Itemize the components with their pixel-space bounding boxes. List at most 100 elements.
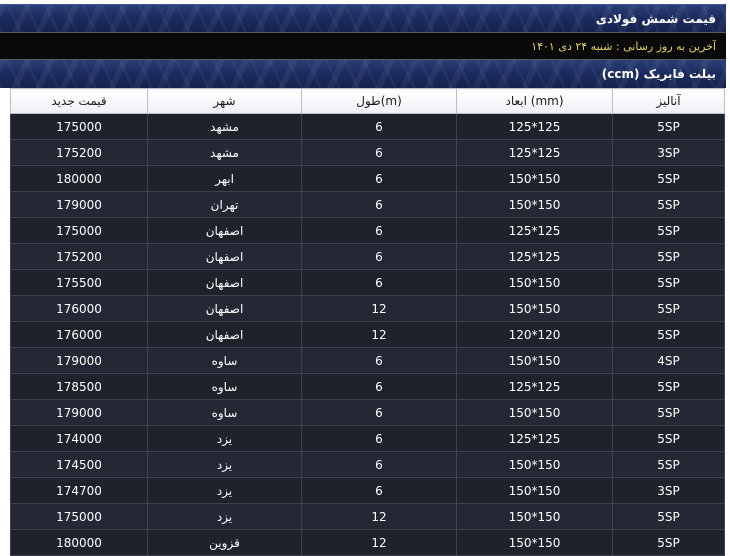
cell-dimensions: 125*125 xyxy=(456,113,613,140)
cell-dimensions: 125*125 xyxy=(456,139,613,166)
cell-length: 6 xyxy=(301,451,457,478)
cell-grade: 5SP xyxy=(612,451,725,478)
cell-dimensions: 150*150 xyxy=(456,477,613,504)
title-bar: قیمت شمش فولادی xyxy=(0,4,726,32)
cell-price: 179000 xyxy=(10,347,148,374)
column-header-city: شهر xyxy=(147,88,302,114)
cell-grade: 5SP xyxy=(612,425,725,452)
cell-length: 6 xyxy=(301,113,457,140)
table-body: 175000 مشهد 6 125*125 5SP 175200 مشهد 6 125*125 3… xyxy=(10,113,725,556)
cell-grade: 5SP xyxy=(612,399,725,426)
cell-length: 6 xyxy=(301,425,457,452)
cell-city: اصفهان xyxy=(147,321,302,348)
cell-grade: 5SP xyxy=(612,503,725,530)
cell-price: 175000 xyxy=(10,503,148,530)
table-row: 178500 ساوه 6 125*125 5SP xyxy=(10,373,725,400)
cell-price: 180000 xyxy=(10,529,148,556)
cell-grade: 5SP xyxy=(612,321,725,348)
cell-dimensions: 125*125 xyxy=(456,425,613,452)
cell-price: 175500 xyxy=(10,269,148,296)
table-row: 174000 یزد 6 125*125 5SP xyxy=(10,425,725,452)
cell-price: 179000 xyxy=(10,191,148,218)
cell-grade: 5SP xyxy=(612,191,725,218)
cell-grade: 5SP xyxy=(612,165,725,192)
cell-price: 180000 xyxy=(10,165,148,192)
last-update-text: آخرین به روز رسانی : شنبه ۲۴ دی ۱۴۰۱ xyxy=(531,39,716,53)
cell-city: ساوه xyxy=(147,347,302,374)
table-row: 180000 قزوین 12 150*150 5SP xyxy=(10,529,725,556)
cell-city: ساوه xyxy=(147,399,302,426)
cell-city: ساوه xyxy=(147,373,302,400)
cell-dimensions: 150*150 xyxy=(456,529,613,556)
cell-grade: 5SP xyxy=(612,373,725,400)
cell-length: 6 xyxy=(301,477,457,504)
cell-dimensions: 150*150 xyxy=(456,191,613,218)
cell-grade: 5SP xyxy=(612,243,725,270)
table-row: 175000 اصفهان 6 125*125 5SP xyxy=(10,217,725,244)
cell-price: 175200 xyxy=(10,139,148,166)
cell-length: 12 xyxy=(301,503,457,530)
cell-length: 12 xyxy=(301,295,457,322)
cell-length: 12 xyxy=(301,529,457,556)
cell-city: مشهد xyxy=(147,139,302,166)
cell-grade: 5SP xyxy=(612,529,725,556)
table-row: 175200 اصفهان 6 125*125 5SP xyxy=(10,243,725,270)
cell-grade: 5SP xyxy=(612,295,725,322)
table-row: 176000 اصفهان 12 150*150 5SP xyxy=(10,295,725,322)
cell-city: اصفهان xyxy=(147,295,302,322)
table-row: 175500 اصفهان 6 150*150 5SP xyxy=(10,269,725,296)
cell-price: 175200 xyxy=(10,243,148,270)
cell-price: 178500 xyxy=(10,373,148,400)
cell-city: تهران xyxy=(147,191,302,218)
cell-length: 6 xyxy=(301,269,457,296)
cell-grade: 5SP xyxy=(612,113,725,140)
table-row: 174700 یزد 6 150*150 3SP xyxy=(10,477,725,504)
table-row: 175200 مشهد 6 125*125 3SP xyxy=(10,139,725,166)
cell-dimensions: 125*125 xyxy=(456,217,613,244)
cell-grade: 4SP xyxy=(612,347,725,374)
cell-city: یزد xyxy=(147,451,302,478)
cell-grade: 5SP xyxy=(612,217,725,244)
cell-length: 6 xyxy=(301,399,457,426)
cell-dimensions: 120*120 xyxy=(456,321,613,348)
cell-dimensions: 150*150 xyxy=(456,451,613,478)
cell-price: 176000 xyxy=(10,295,148,322)
table-row: 176000 اصفهان 12 120*120 5SP xyxy=(10,321,725,348)
cell-city: اصفهان xyxy=(147,269,302,296)
cell-dimensions: 150*150 xyxy=(456,295,613,322)
table-row: 175000 مشهد 6 125*125 5SP xyxy=(10,113,725,140)
cell-price: 176000 xyxy=(10,321,148,348)
cell-price: 174000 xyxy=(10,425,148,452)
table-row: 179000 ساوه 6 150*150 4SP xyxy=(10,347,725,374)
cell-city: اصفهان xyxy=(147,243,302,270)
cell-length: 6 xyxy=(301,217,457,244)
cell-dimensions: 150*150 xyxy=(456,399,613,426)
cell-length: 6 xyxy=(301,139,457,166)
table-row: 174500 یزد 6 150*150 5SP xyxy=(10,451,725,478)
table-row: 179000 ساوه 6 150*150 5SP xyxy=(10,399,725,426)
cell-dimensions: 125*125 xyxy=(456,373,613,400)
table-row: 180000 ابهر 6 150*150 5SP xyxy=(10,165,725,192)
table-row: 179000 تهران 6 150*150 5SP xyxy=(10,191,725,218)
cell-dimensions: 125*125 xyxy=(456,243,613,270)
cell-price: 175000 xyxy=(10,217,148,244)
cell-length: 6 xyxy=(301,373,457,400)
cell-dimensions: 150*150 xyxy=(456,503,613,530)
cell-dimensions: 150*150 xyxy=(456,347,613,374)
price-widget: قیمت شمش فولادی آخرین به روز رسانی : شنب… xyxy=(0,0,730,556)
cell-price: 174500 xyxy=(10,451,148,478)
table-row: 175000 یزد 12 150*150 5SP xyxy=(10,503,725,530)
cell-grade: 5SP xyxy=(612,269,725,296)
cell-city: یزد xyxy=(147,503,302,530)
section-header: بیلت فابریک (ccm) xyxy=(0,60,726,88)
cell-city: یزد xyxy=(147,425,302,452)
cell-price: 179000 xyxy=(10,399,148,426)
cell-length: 6 xyxy=(301,243,457,270)
cell-dimensions: 150*150 xyxy=(456,269,613,296)
cell-grade: 3SP xyxy=(612,477,725,504)
table-header-row: قیمت جدید شهر طول(m) ابعاد (mm) آنالیز xyxy=(10,88,725,114)
cell-city: قزوین xyxy=(147,529,302,556)
price-table: قیمت جدید شهر طول(m) ابعاد (mm) آنالیز 1… xyxy=(10,88,725,556)
section-title: بیلت فابریک (ccm) xyxy=(601,67,716,81)
page-title: قیمت شمش فولادی xyxy=(595,11,716,26)
